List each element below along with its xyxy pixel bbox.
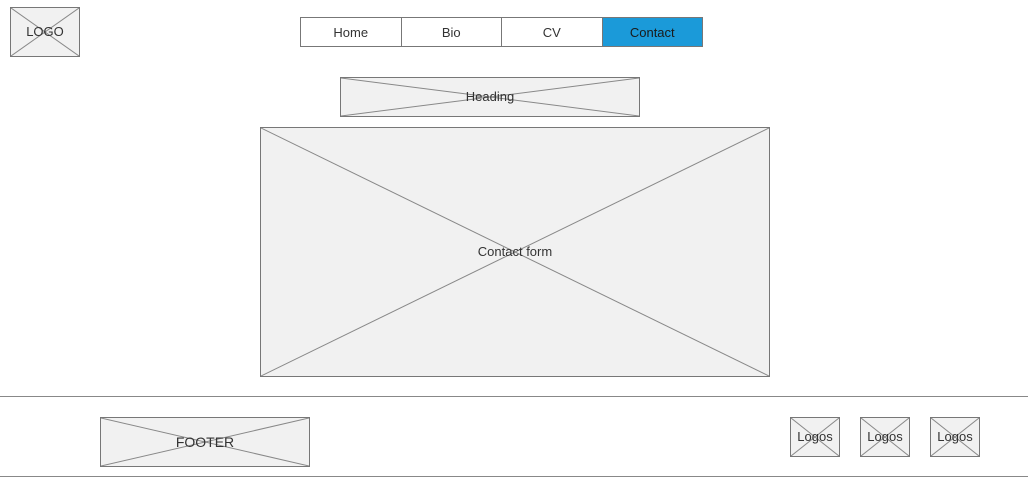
footer-logo-label: Logos <box>937 429 973 444</box>
footer-logo-placeholder-3: Logos <box>930 417 980 457</box>
footer-bottom-divider <box>0 476 1028 477</box>
footer-top-divider <box>0 396 1028 397</box>
contact-form-placeholder: Contact form <box>260 127 770 377</box>
nav-item-home[interactable]: Home <box>301 18 401 46</box>
nav-item-cv[interactable]: CV <box>501 18 602 46</box>
nav-bar: Home Bio CV Contact <box>300 17 703 47</box>
footer-logo-label: Logos <box>797 429 833 444</box>
footer-logo-label: Logos <box>867 429 903 444</box>
footer-label: FOOTER <box>175 434 235 450</box>
logo-label: LOGO <box>26 24 64 39</box>
footer-logo-placeholder-2: Logos <box>860 417 910 457</box>
nav-item-contact[interactable]: Contact <box>601 18 702 46</box>
heading-label: Heading <box>465 89 515 104</box>
logo-placeholder: LOGO <box>10 7 80 57</box>
heading-placeholder: Heading <box>340 77 640 117</box>
nav-item-bio[interactable]: Bio <box>400 18 502 46</box>
contact-form-label: Contact form <box>477 244 553 259</box>
footer-placeholder: FOOTER <box>100 417 310 467</box>
footer-logo-placeholder-1: Logos <box>790 417 840 457</box>
